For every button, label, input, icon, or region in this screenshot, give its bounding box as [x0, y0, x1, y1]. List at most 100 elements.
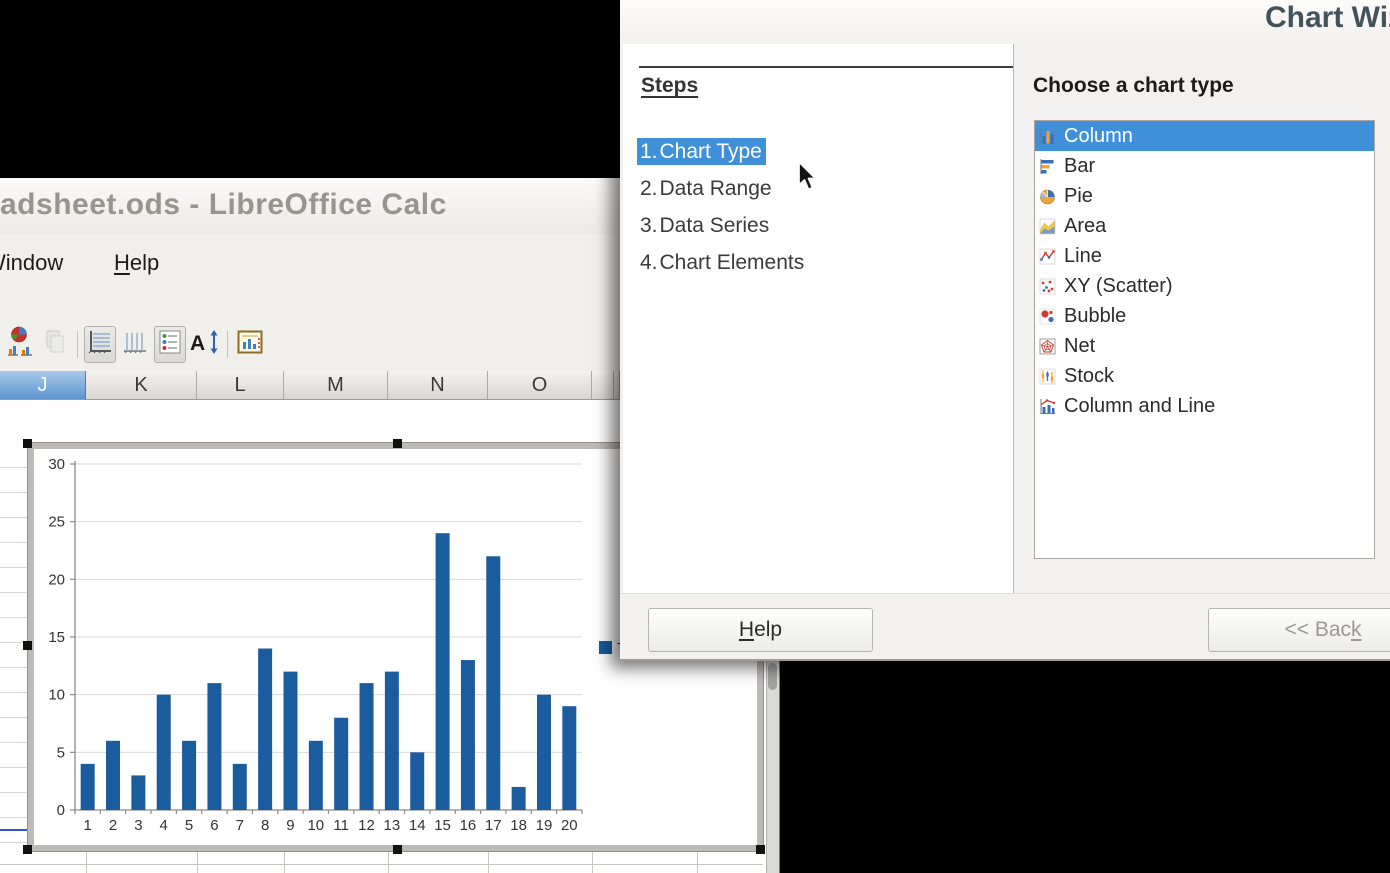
bar-12[interactable]	[360, 683, 374, 810]
bar-16[interactable]	[461, 660, 475, 810]
svg-text:18: 18	[510, 817, 527, 834]
bar-14[interactable]	[410, 752, 424, 810]
bar-7[interactable]	[233, 764, 247, 810]
bar-8[interactable]	[258, 649, 272, 810]
bar-19[interactable]	[537, 695, 551, 810]
column-header-K[interactable]: K	[86, 371, 197, 400]
selection-handle[interactable]	[393, 845, 402, 854]
chart-type-item-column-and-line[interactable]: Column and Line	[1035, 391, 1374, 421]
dialog-title: Chart Wizard	[1265, 1, 1390, 35]
chart-type-item-bubble[interactable]: Bubble	[1035, 301, 1374, 331]
column-header-M[interactable]: M	[284, 371, 388, 400]
svg-text:11: 11	[333, 817, 349, 834]
svg-text:2: 2	[109, 817, 117, 834]
column-header-partial[interactable]	[592, 371, 614, 400]
wizard-step-chart-elements[interactable]: 4.Chart Elements	[637, 249, 808, 276]
bar-4[interactable]	[157, 695, 171, 810]
chart-type-item-xy-scatter[interactable]: XY (Scatter)	[1035, 271, 1374, 301]
bar-1[interactable]	[81, 764, 95, 810]
svg-text:17: 17	[485, 817, 502, 834]
svg-text:1: 1	[84, 817, 92, 834]
svg-text:12: 12	[358, 817, 375, 834]
bar-11[interactable]	[334, 718, 348, 810]
sheet-gridline	[86, 851, 87, 873]
step-label: Chart Type	[660, 140, 762, 163]
help-button[interactable]: Help	[648, 608, 873, 652]
scale-text-button[interactable]: A	[189, 326, 221, 363]
wizard-step-data-range[interactable]: 2.Data Range	[637, 175, 776, 202]
svg-text:19: 19	[536, 817, 553, 834]
vertical-scrollbar-thumb[interactable]	[768, 663, 777, 690]
copy-button[interactable]	[39, 326, 71, 363]
bar-2[interactable]	[106, 741, 120, 810]
step-number: 1.	[640, 140, 658, 163]
svg-text:10: 10	[307, 817, 324, 834]
svg-text:A: A	[190, 332, 205, 355]
column-chart-icon	[1039, 128, 1056, 145]
svg-text:5: 5	[57, 744, 65, 761]
bar-13[interactable]	[385, 672, 399, 810]
sheet-gridline	[592, 851, 593, 873]
window-title: adsheet.ods - LibreOffice Calc	[0, 188, 447, 222]
svg-text:16: 16	[460, 817, 477, 834]
selection-handle[interactable]	[23, 845, 32, 854]
back-button[interactable]: << Back	[1208, 608, 1390, 652]
bar-18[interactable]	[512, 787, 526, 810]
bar-20[interactable]	[562, 706, 576, 810]
selection-handle[interactable]	[23, 439, 32, 448]
line-chart-icon	[1039, 248, 1056, 265]
bar-6[interactable]	[207, 683, 221, 810]
wizard-step-chart-type[interactable]: 1.Chart Type	[637, 138, 766, 165]
bar-3[interactable]	[131, 775, 145, 810]
chart-type-label: Column	[1064, 125, 1133, 148]
step-number: 3.	[640, 214, 658, 237]
bar-9[interactable]	[283, 672, 297, 810]
svg-text:6: 6	[210, 817, 218, 834]
net-chart-icon	[1039, 338, 1056, 355]
chart-type-button[interactable]	[4, 326, 36, 363]
selection-handle[interactable]	[393, 439, 402, 448]
bar-17[interactable]	[486, 556, 500, 810]
svg-text:30: 30	[48, 456, 65, 473]
chart-type-item-stock[interactable]: Stock	[1035, 361, 1374, 391]
legend-button[interactable]	[154, 326, 186, 363]
chart-type-item-area[interactable]: Area	[1035, 211, 1374, 241]
chart-type-item-pie[interactable]: Pie	[1035, 181, 1374, 211]
steps-list: 1.Chart Type 2.Data Range 3.Data Series 4.C…	[637, 138, 808, 286]
svg-text:13: 13	[384, 817, 401, 834]
column-header-J[interactable]: J	[0, 371, 86, 400]
pane-divider	[1013, 44, 1014, 593]
wizard-step-data-series[interactable]: 3.Data Series	[637, 212, 773, 239]
step-label: Data Series	[660, 214, 770, 237]
svg-text:3: 3	[134, 817, 142, 834]
data-table-button[interactable]	[234, 326, 266, 363]
bar-15[interactable]	[436, 533, 450, 810]
chart-type-listbox[interactable]: Column BarPieAreaLineXY (Scatter) Bubble Ne…	[1034, 120, 1375, 559]
svg-text:10: 10	[48, 687, 65, 704]
menu-help[interactable]: Help	[114, 250, 159, 276]
column-header-O[interactable]: O	[488, 371, 592, 400]
horizontal-grids-button[interactable]	[84, 326, 116, 363]
vertical-grids-button[interactable]	[119, 326, 151, 363]
svg-text:9: 9	[286, 817, 294, 834]
chart-type-item-column[interactable]: Column	[1035, 121, 1374, 151]
chart-type-item-line[interactable]: Line	[1035, 241, 1374, 271]
step-label: Data Range	[660, 177, 772, 200]
selection-handle[interactable]	[23, 641, 32, 650]
chart-type-item-bar[interactable]: Bar	[1035, 151, 1374, 181]
bar-10[interactable]	[309, 741, 323, 810]
svg-text:15: 15	[48, 629, 65, 646]
sheet-gridline	[388, 851, 389, 873]
chart-type-label: Bubble	[1064, 305, 1126, 328]
roadmap-divider-rule	[639, 66, 1014, 68]
chart-type-item-net[interactable]: Net	[1035, 331, 1374, 361]
column-header-L[interactable]: L	[197, 371, 284, 400]
selection-handle[interactable]	[756, 845, 765, 854]
footer-separator	[620, 593, 1390, 594]
column-headers: JKLMNO	[0, 371, 620, 400]
bar-5[interactable]	[182, 741, 196, 810]
column-header-N[interactable]: N	[388, 371, 488, 400]
copy-icon	[43, 329, 67, 360]
svg-text:0: 0	[57, 802, 65, 819]
menu-window[interactable]: Window	[0, 250, 63, 276]
